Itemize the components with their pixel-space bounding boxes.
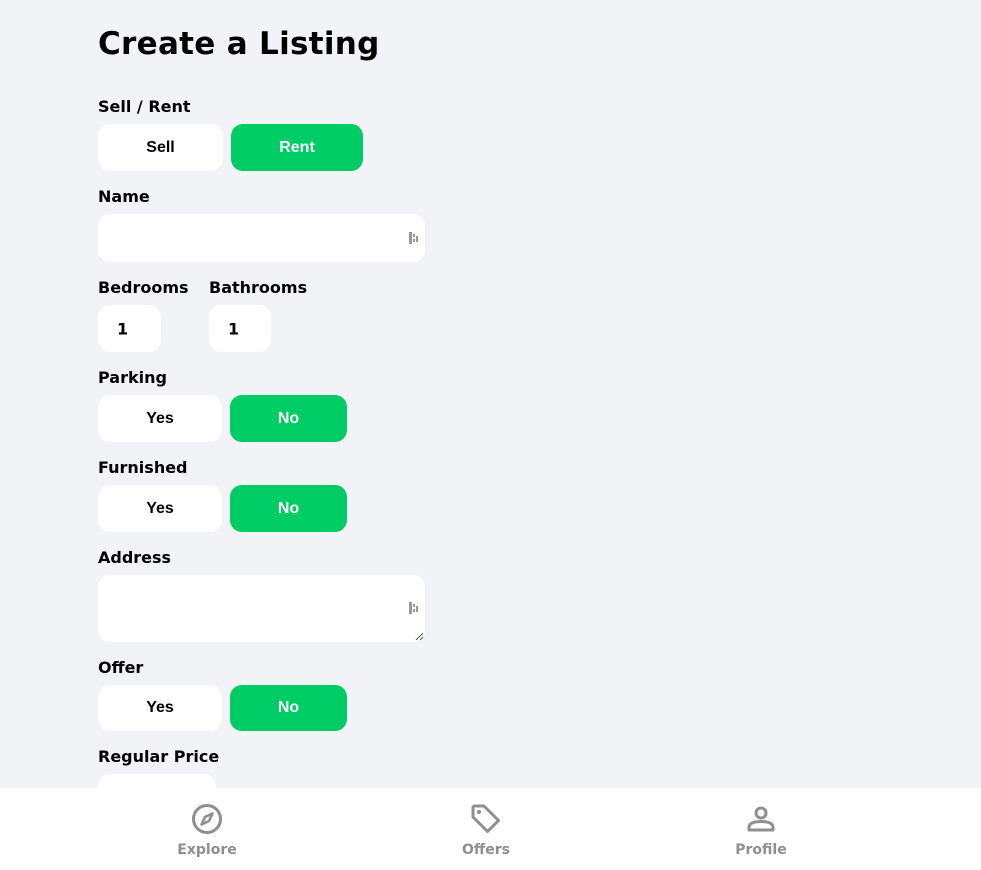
password-manager-icon[interactable]: [409, 232, 419, 244]
offer-yes-button[interactable]: Yes: [98, 685, 222, 731]
name-label: Name: [98, 187, 150, 206]
rent-button[interactable]: Rent: [231, 124, 363, 171]
offer-label: Offer: [98, 658, 144, 677]
address-textarea[interactable]: [98, 575, 425, 642]
bedrooms-label: Bedrooms: [98, 278, 189, 297]
tag-icon: [471, 804, 500, 833]
nav-label-explore: Explore: [177, 842, 237, 858]
furnished-no-button[interactable]: No: [230, 485, 347, 532]
nav-item-explore[interactable]: Explore: [147, 802, 267, 858]
bedrooms-input[interactable]: 1: [98, 305, 161, 352]
sell-rent-label: Sell / Rent: [98, 97, 191, 116]
nav-item-offers[interactable]: Offers: [426, 802, 546, 858]
nav-item-profile[interactable]: Profile: [701, 802, 821, 858]
resize-handle-icon[interactable]: [415, 632, 423, 640]
parking-label: Parking: [98, 368, 167, 387]
bedrooms-value: 1: [117, 319, 129, 338]
compass-icon: [192, 804, 222, 834]
sell-button[interactable]: Sell: [98, 124, 223, 171]
furnished-yes-button[interactable]: Yes: [98, 485, 222, 532]
bathrooms-value: 1: [228, 319, 240, 338]
password-manager-icon[interactable]: [409, 602, 419, 614]
regular-price-label: Regular Price: [98, 747, 220, 766]
parking-no-button[interactable]: No: [230, 395, 347, 442]
bathrooms-label: Bathrooms: [209, 278, 308, 297]
bottom-navbar: Explore Offers Profile: [0, 788, 981, 870]
person-icon: [747, 806, 775, 832]
address-label: Address: [98, 548, 172, 567]
page-title: Create a Listing: [98, 26, 380, 62]
furnished-label: Furnished: [98, 458, 188, 477]
nav-label-profile: Profile: [735, 842, 787, 858]
parking-yes-button[interactable]: Yes: [98, 395, 222, 442]
bathrooms-input[interactable]: 1: [209, 305, 271, 352]
offer-no-button[interactable]: No: [230, 685, 347, 731]
nav-label-offers: Offers: [462, 842, 510, 858]
create-listing-page: Create a Listing Sell / Rent Sell Rent N…: [0, 0, 981, 870]
name-input[interactable]: [98, 214, 425, 262]
